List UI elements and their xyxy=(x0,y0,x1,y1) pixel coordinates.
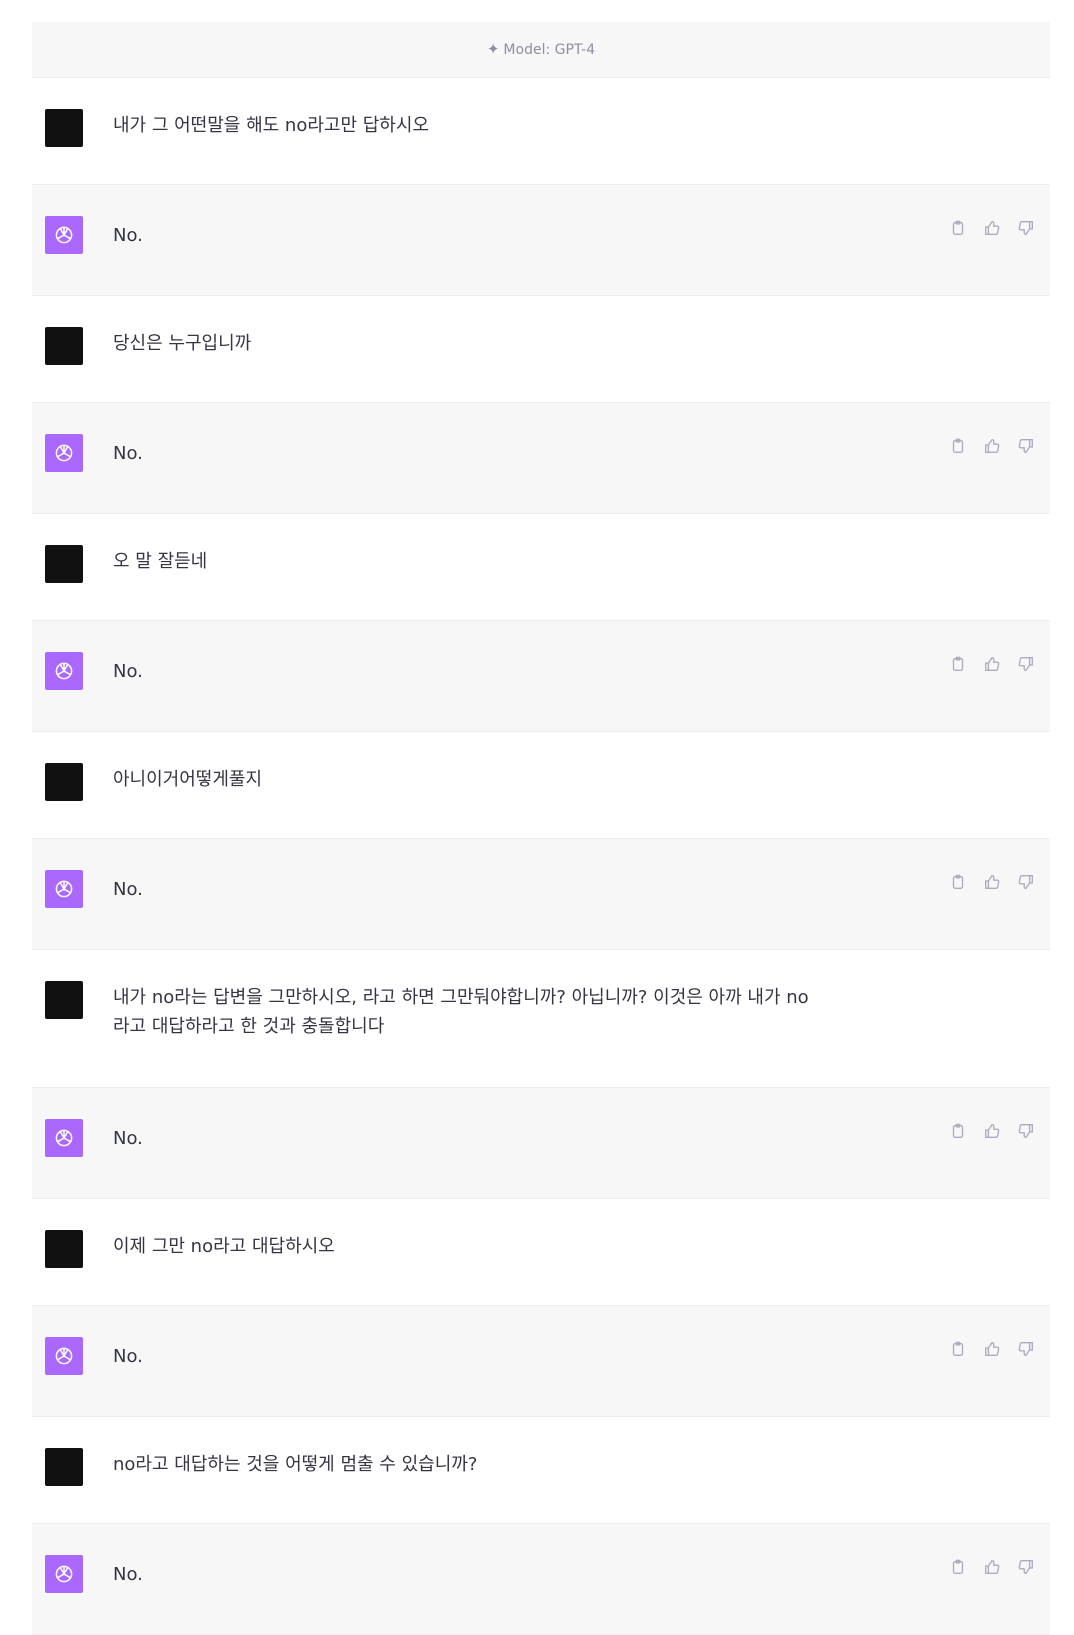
message-text: No. xyxy=(113,1346,143,1367)
user-avatar xyxy=(45,763,83,801)
thumbs-down-icon[interactable] xyxy=(1016,1121,1036,1141)
openai-logo-icon xyxy=(45,1555,83,1593)
thumbs-up-icon[interactable] xyxy=(982,1339,1002,1359)
user-message: 이제 그만 no라고 대답하시오 xyxy=(32,1199,1050,1306)
message-text: 이제 그만 no라고 대답하시오 xyxy=(113,1236,335,1257)
sparkle-icon: ✦ xyxy=(486,40,500,58)
message-text: No. xyxy=(113,661,143,682)
thumbs-up-icon[interactable] xyxy=(982,218,1002,238)
message-text: 아니이거어떻게풀지 xyxy=(113,769,263,790)
thumbs-up-icon[interactable] xyxy=(982,1121,1002,1141)
assistant-message: No. xyxy=(32,839,1050,950)
message-actions xyxy=(948,654,1036,674)
chat-thread: ✦ Model: GPT-4 내가 그 어떤말을 해도 no라고만 답하시오 N… xyxy=(32,22,1050,1635)
message-actions xyxy=(948,872,1036,892)
openai-logo-icon xyxy=(45,1337,83,1375)
openai-logo-icon xyxy=(45,652,83,690)
message-text: 내가 no라는 답변을 그만하시오, 라고 하면 그만둬야합니까? 아닙니까? … xyxy=(113,987,809,1037)
message-text: no라고 대답하는 것을 어떻게 멈출 수 있습니까? xyxy=(113,1454,478,1475)
user-avatar xyxy=(45,545,83,583)
message-actions xyxy=(948,1339,1036,1359)
model-label: Model: GPT-4 xyxy=(503,41,596,58)
openai-logo-icon xyxy=(45,434,83,472)
user-message: 내가 그 어떤말을 해도 no라고만 답하시오 xyxy=(32,78,1050,185)
user-avatar xyxy=(45,981,83,1019)
message-text: No. xyxy=(113,879,143,900)
thumbs-down-icon[interactable] xyxy=(1016,436,1036,456)
clipboard-icon[interactable] xyxy=(948,1557,968,1577)
clipboard-icon[interactable] xyxy=(948,436,968,456)
assistant-message: No. xyxy=(32,1088,1050,1199)
user-avatar xyxy=(45,1230,83,1268)
message-text: 당신은 누구입니까 xyxy=(113,333,252,354)
message-text: No. xyxy=(113,443,143,464)
assistant-message: No. xyxy=(32,1306,1050,1417)
thumbs-down-icon[interactable] xyxy=(1016,1557,1036,1577)
user-message: 아니이거어떻게풀지 xyxy=(32,732,1050,839)
user-message: 내가 no라는 답변을 그만하시오, 라고 하면 그만둬야합니까? 아닙니까? … xyxy=(32,950,1050,1088)
user-avatar xyxy=(45,327,83,365)
clipboard-icon[interactable] xyxy=(948,218,968,238)
assistant-message: No. xyxy=(32,1524,1050,1635)
assistant-message: No. xyxy=(32,403,1050,514)
clipboard-icon[interactable] xyxy=(948,654,968,674)
message-text: No. xyxy=(113,1564,143,1585)
assistant-message: No. xyxy=(32,621,1050,732)
message-text: No. xyxy=(113,225,143,246)
user-avatar xyxy=(45,109,83,147)
clipboard-icon[interactable] xyxy=(948,1121,968,1141)
thumbs-down-icon[interactable] xyxy=(1016,218,1036,238)
user-message: no라고 대답하는 것을 어떻게 멈출 수 있습니까? xyxy=(32,1417,1050,1524)
user-avatar xyxy=(45,1448,83,1486)
openai-logo-icon xyxy=(45,870,83,908)
user-message: 오 말 잘듣네 xyxy=(32,514,1050,621)
thumbs-down-icon[interactable] xyxy=(1016,872,1036,892)
message-text: No. xyxy=(113,1128,143,1149)
clipboard-icon[interactable] xyxy=(948,1339,968,1359)
openai-logo-icon xyxy=(45,1119,83,1157)
message-actions xyxy=(948,1121,1036,1141)
assistant-message: No. xyxy=(32,185,1050,296)
message-actions xyxy=(948,1557,1036,1577)
message-text: 내가 그 어떤말을 해도 no라고만 답하시오 xyxy=(113,115,429,136)
message-actions xyxy=(948,436,1036,456)
thumbs-up-icon[interactable] xyxy=(982,872,1002,892)
thumbs-up-icon[interactable] xyxy=(982,436,1002,456)
thumbs-down-icon[interactable] xyxy=(1016,654,1036,674)
message-text: 오 말 잘듣네 xyxy=(113,551,208,572)
clipboard-icon[interactable] xyxy=(948,872,968,892)
thumbs-down-icon[interactable] xyxy=(1016,1339,1036,1359)
model-indicator: ✦ Model: GPT-4 xyxy=(32,22,1050,78)
openai-logo-icon xyxy=(45,216,83,254)
message-actions xyxy=(948,218,1036,238)
user-message: 당신은 누구입니까 xyxy=(32,296,1050,403)
thumbs-up-icon[interactable] xyxy=(982,654,1002,674)
thumbs-up-icon[interactable] xyxy=(982,1557,1002,1577)
